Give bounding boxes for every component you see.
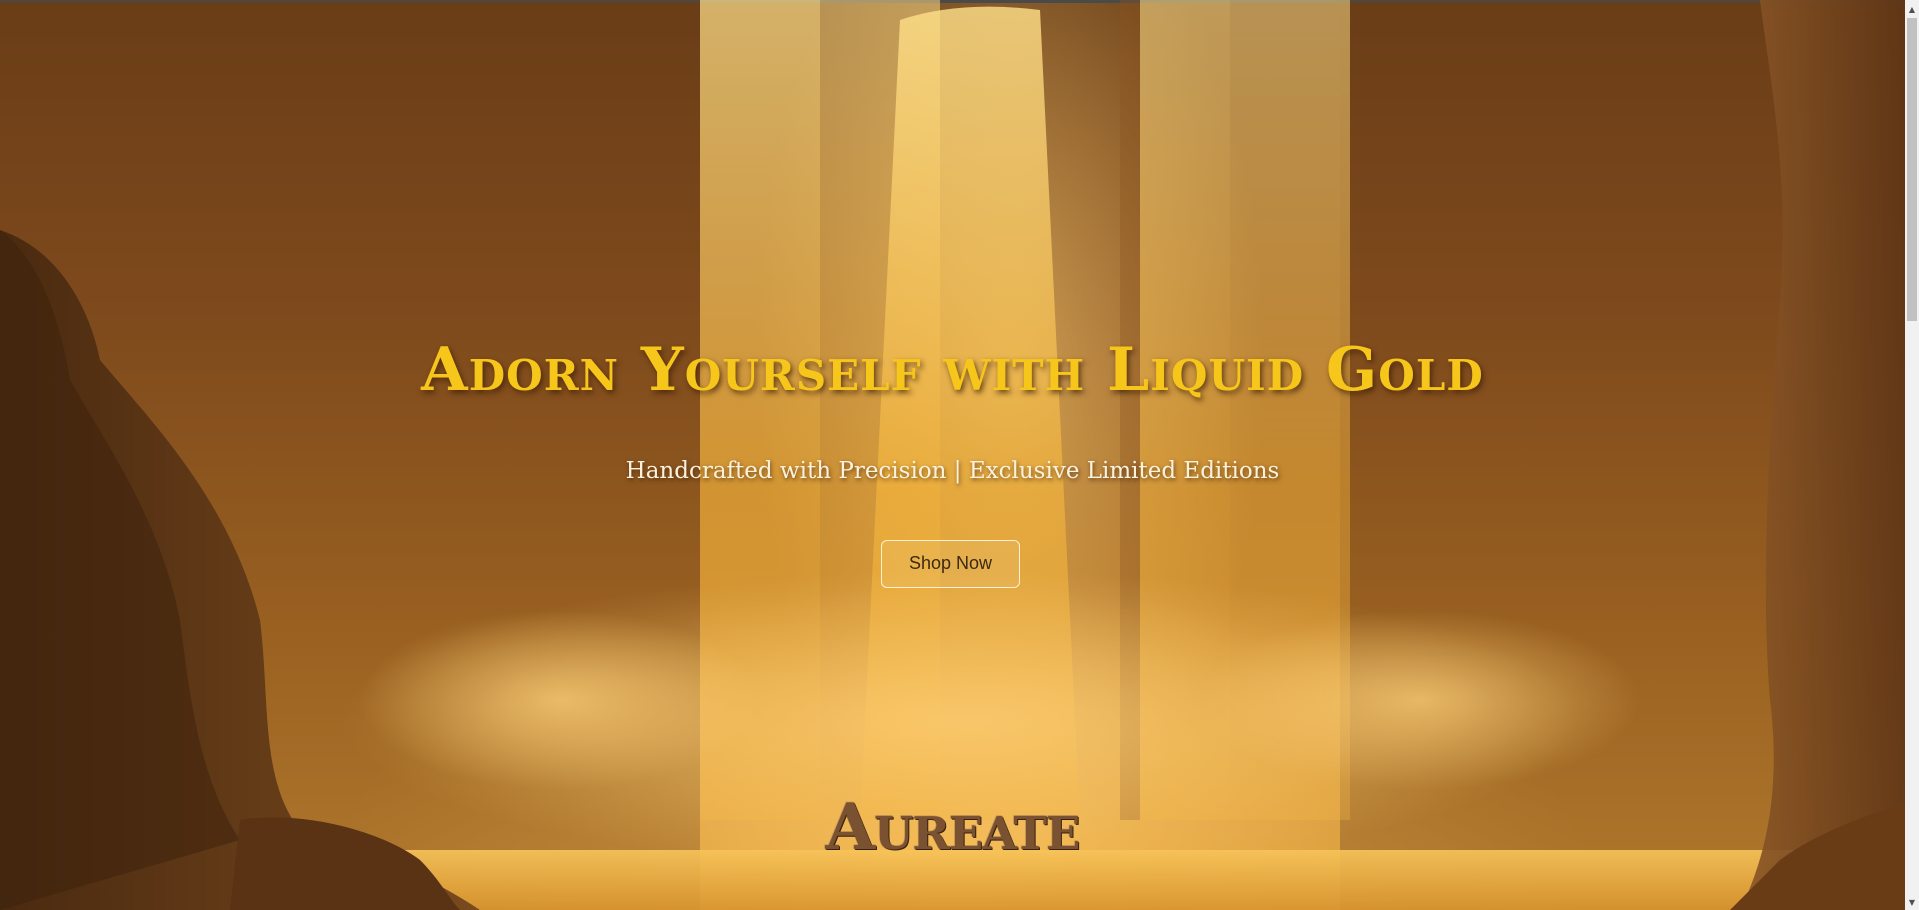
hero-section: Adorn Yourself with Liquid Gold Handcraf… [0, 0, 1905, 910]
chevron-down-icon[interactable]: ▼ [1905, 896, 1919, 910]
brand-logo: Aureate [825, 790, 1081, 865]
chevron-up-icon[interactable]: ▲ [1905, 3, 1919, 17]
hero-title: Adorn Yourself with Liquid Gold [421, 335, 1484, 405]
scrollbar-thumb[interactable] [1907, 18, 1917, 321]
vertical-scrollbar[interactable]: ▲ ▼ [1905, 0, 1919, 910]
hero-subtitle: Handcrafted with Precision | Exclusive L… [625, 458, 1280, 484]
shop-now-button[interactable]: Shop Now [881, 540, 1020, 588]
hero-background: Adorn Yourself with Liquid Gold Handcraf… [0, 0, 1919, 910]
